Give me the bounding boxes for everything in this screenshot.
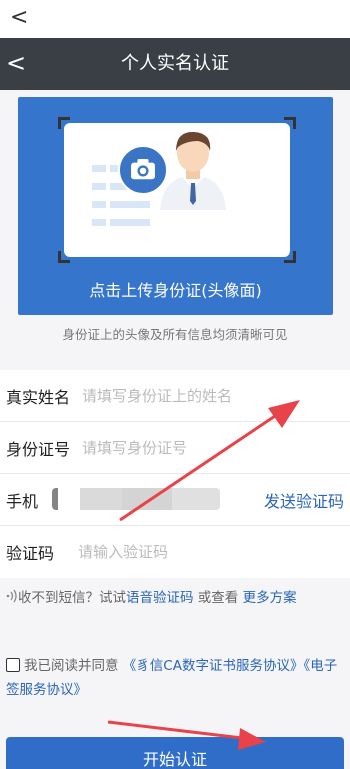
more-options-link[interactable]: 更多方案 bbox=[243, 590, 297, 606]
id-row: 身份证号 bbox=[0, 422, 350, 474]
status-bar: < bbox=[0, 0, 350, 38]
top-back-icon[interactable]: < bbox=[10, 6, 28, 30]
name-input[interactable] bbox=[82, 383, 332, 409]
phone-row: 手机 发送验证码 bbox=[0, 474, 350, 526]
id-number-input[interactable] bbox=[82, 435, 332, 461]
upload-label: 点击上传身份证(头像面) bbox=[89, 281, 262, 300]
navigation-bar: < 个人实名认证 bbox=[0, 38, 350, 90]
name-label: 真实姓名 bbox=[6, 388, 71, 407]
voice-code-link[interactable]: 语音验证码 bbox=[126, 590, 194, 606]
phone-label: 手机 bbox=[6, 492, 39, 511]
send-code-button[interactable]: 发送验证码 bbox=[264, 488, 344, 512]
upload-hint: 身份证上的头像及所有信息均须清晰可见 bbox=[62, 327, 288, 342]
avatar-icon bbox=[160, 131, 226, 210]
id-number-label: 身份证号 bbox=[6, 440, 71, 459]
code-label: 验证码 bbox=[6, 544, 55, 563]
start-verification-button[interactable]: 开始认证 bbox=[6, 737, 344, 769]
agreement: 我已阅读并同意 《豸信CA数字证书服务协议》《电子签服务协议》 bbox=[6, 654, 341, 702]
id-card-upload-button[interactable]: 点击上传身份证(头像面) bbox=[18, 97, 333, 315]
page-title: 个人实名认证 bbox=[121, 53, 229, 74]
code-input[interactable] bbox=[78, 539, 328, 565]
phone-input[interactable] bbox=[52, 488, 220, 510]
frame-corner-icon bbox=[58, 251, 70, 263]
agree-checkbox[interactable] bbox=[6, 658, 20, 672]
sms-help: 收不到短信？试试语音验证码 或查看 更多方案 bbox=[6, 588, 341, 609]
agreement-prefix: 我已阅读并同意 bbox=[24, 658, 123, 674]
frame-corner-icon bbox=[58, 117, 70, 129]
sms-help-middle: 或查看 bbox=[193, 590, 243, 606]
frame-corner-icon bbox=[284, 117, 296, 129]
camera-icon bbox=[118, 145, 168, 195]
ca-certificate-agreement-link[interactable]: 《豸信CA数字证书服务协议》 bbox=[123, 658, 304, 674]
name-row: 真实姓名 bbox=[0, 370, 350, 422]
frame-corner-icon bbox=[284, 251, 296, 263]
identity-form: 真实姓名 身份证号 手机 发送验证码 验证码 bbox=[0, 370, 350, 578]
sound-icon bbox=[6, 589, 17, 603]
code-row: 验证码 bbox=[0, 526, 350, 578]
sms-help-prefix: 收不到短信？试试 bbox=[18, 590, 126, 606]
